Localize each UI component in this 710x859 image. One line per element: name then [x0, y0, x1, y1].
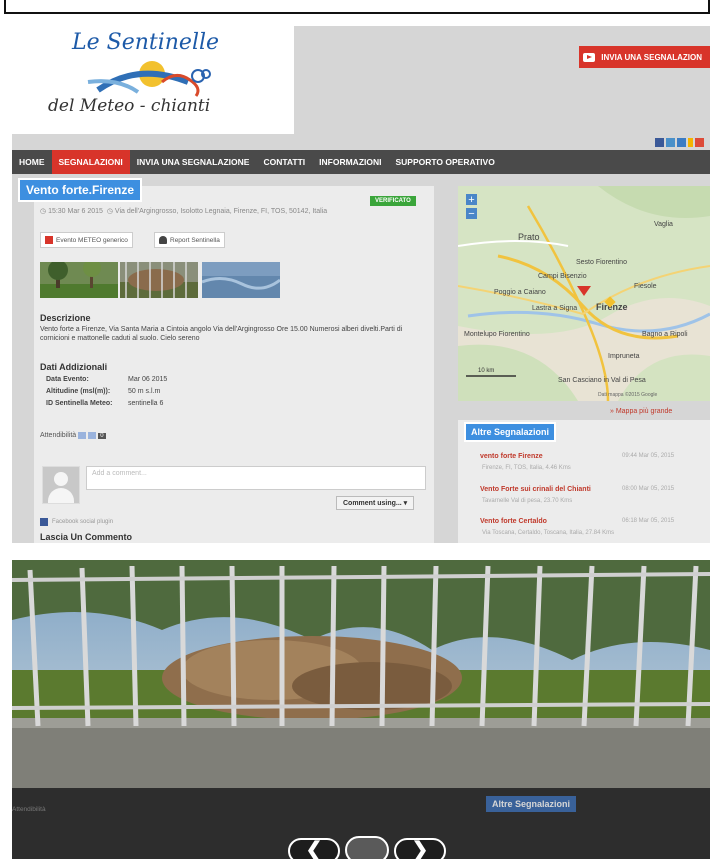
other-report-2-title[interactable]: Vento Forte sui crinali del Chianti — [480, 486, 591, 493]
reliability-count: 0 — [98, 432, 106, 439]
map-label-poggio: Poggio a Caiano — [494, 289, 546, 296]
sentinel-id-label: ID Sentinella Meteo: — [46, 400, 113, 407]
background-reliability-label: Attendibilità — [12, 806, 46, 813]
report-location: Via dell'Argingrosso, Isolotto Legnaia, … — [114, 208, 328, 215]
background-other-reports-heading: Altre Segnalazioni — [486, 796, 577, 812]
map-label-campi: Campi Bisenzio — [538, 273, 587, 280]
event-category-badge[interactable]: Evento METEO generico — [40, 232, 133, 248]
reliability-label: Attendibilità — [40, 432, 77, 439]
twitter-icon[interactable] — [666, 138, 675, 147]
other-report-2-time: 08:00 Mar 05, 2015 — [622, 486, 675, 492]
event-date-value: Mar 06 2015 — [128, 376, 168, 383]
altitude-value: 50 m s.l.m — [128, 388, 161, 395]
map-label-vaglia: Vaglia — [654, 221, 673, 228]
description-text: Vento forte a Firenze, Via Santa Maria a… — [40, 326, 403, 342]
clock-icon: ◷ — [40, 208, 47, 215]
facebook-plugin-note: Facebook social plugin — [40, 518, 113, 526]
report-meta: ◷ 15:30 Mar 6 2015 ◷ Via dell'Argingross… — [40, 207, 327, 215]
map-label-bagno: Bagno a Ripoli — [642, 331, 688, 338]
nav-home[interactable]: HOME — [12, 150, 52, 174]
map-label-san-casciano: San Casciano in Val di Pesa — [558, 377, 646, 384]
thumbs-down-icon[interactable] — [88, 432, 97, 439]
nav-invia-segnalazione[interactable]: INVIA UNA SEGNALAZIONE — [130, 150, 257, 174]
sentinel-id-value: sentinella 6 — [128, 400, 164, 407]
reliability-row: Attendibilità 0 — [40, 432, 106, 439]
other-report-1-title[interactable]: vento forte Firenze — [480, 453, 543, 460]
facebook-icon[interactable] — [655, 138, 664, 147]
google-plus-icon[interactable] — [695, 138, 704, 147]
other-report-2-location: Tavarnelle Val di pesa, 23.70 Kms — [482, 498, 573, 504]
report-title: Vento forte.Firenze — [18, 178, 143, 202]
report-time: 15:30 Mar 6 2015 — [48, 208, 103, 215]
logo-subtitle: del Meteo - chianti — [48, 96, 211, 116]
website-screenshot: Le Sentinelle del Meteo - chianti INVIA … — [12, 26, 710, 543]
description-heading: Descrizione — [40, 313, 91, 323]
other-report-3-location: Via Toscana, Certaldo, Toscana, Italia, … — [482, 530, 615, 536]
social-icons — [655, 138, 704, 147]
photo-thumbnail-1[interactable] — [40, 262, 118, 298]
other-report-1-location: Firenze, FI, TOS, Italia, 4.46 Kms — [482, 465, 571, 471]
event-category-label: Evento METEO generico — [56, 236, 128, 244]
map-label-lastra: Lastra a Signa — [532, 305, 577, 312]
previous-photo-button[interactable]: ❮ — [288, 838, 340, 859]
site-logo[interactable]: Le Sentinelle del Meteo - chianti — [12, 26, 294, 134]
main-nav: HOME SEGNALAZIONI INVIA UNA SEGNALAZIONE… — [12, 150, 710, 174]
altitude-label: Altitudine (msl(m)): — [46, 388, 111, 395]
share-icon[interactable] — [677, 138, 686, 147]
facebook-plugin-label: Facebook social plugin — [52, 519, 114, 525]
bigger-map-link[interactable]: » Mappa più grande — [610, 408, 672, 415]
location-icon: ◷ — [104, 208, 113, 215]
map-scale-label: 10 km — [478, 368, 494, 374]
facebook-icon — [40, 518, 48, 526]
verified-badge: VERIFICATO — [370, 196, 416, 206]
send-report-button[interactable]: INVIA UNA SEGNALAZION — [579, 46, 710, 68]
other-report-3-time: 06:18 Mar 05, 2015 — [622, 518, 675, 524]
location-map[interactable]: + − Prato Sesto Fiorentino Poggio a Caia… — [458, 186, 710, 401]
other-report-3-title[interactable]: Vento forte Certaldo — [480, 518, 547, 525]
comment-input[interactable]: Add a comment... — [86, 466, 426, 490]
person-icon — [159, 236, 167, 244]
map-label-fiesole: Fiesole — [634, 283, 657, 290]
map-zoom-in-label: + — [468, 194, 474, 206]
map-label-sesto: Sesto Fiorentino — [576, 259, 627, 266]
additional-data-heading: Dati Addizionali — [40, 362, 108, 372]
photo-thumbnail-3[interactable] — [202, 262, 280, 298]
video-icon — [583, 52, 596, 62]
map-attribution: Dati mappa ©2015 Google — [598, 391, 657, 398]
top-border — [4, 0, 710, 14]
map-label-impruneta: Impruneta — [608, 353, 640, 360]
comment-using-dropdown[interactable]: Comment using... ▾ — [336, 496, 415, 510]
report-type-badge[interactable]: Report Sentinella — [154, 232, 225, 248]
send-report-label: INVIA UNA SEGNALAZION — [601, 52, 702, 62]
map-label-montelupo: Montelupo Fiorentino — [464, 331, 530, 338]
next-photo-button[interactable]: ❯ — [394, 838, 446, 859]
map-label-prato: Prato — [518, 232, 540, 242]
photo-thumbnail-2[interactable] — [120, 262, 198, 298]
report-type-label: Report Sentinella — [170, 236, 220, 244]
user-avatar-icon — [42, 466, 80, 504]
alert-icon — [45, 236, 53, 244]
other-report-1-time: 09:44 Mar 05, 2015 — [622, 453, 675, 459]
leave-comment-heading: Lascia Un Commento — [40, 532, 133, 542]
map-zoom-out-label: − — [468, 208, 474, 220]
other-reports-heading: Altre Segnalazioni — [464, 422, 557, 442]
weather-logo-icon — [87, 61, 211, 97]
event-date-label: Data Evento: — [46, 376, 89, 383]
rss-icon[interactable] — [688, 138, 693, 147]
photo-close-button[interactable] — [345, 836, 389, 859]
nav-contatti[interactable]: CONTATTI — [256, 150, 312, 174]
nav-supporto-operativo[interactable]: SUPPORTO OPERATIVO — [388, 150, 501, 174]
nav-segnalazioni[interactable]: SEGNALAZIONI — [51, 150, 130, 174]
thumbs-up-icon[interactable] — [78, 432, 87, 439]
fallen-tree-photo — [12, 560, 710, 788]
photo-viewer-screenshot: Attendibilità Altre Segnalazioni ❮ ❯ — [12, 560, 710, 859]
nav-informazioni[interactable]: INFORMAZIONI — [312, 150, 388, 174]
